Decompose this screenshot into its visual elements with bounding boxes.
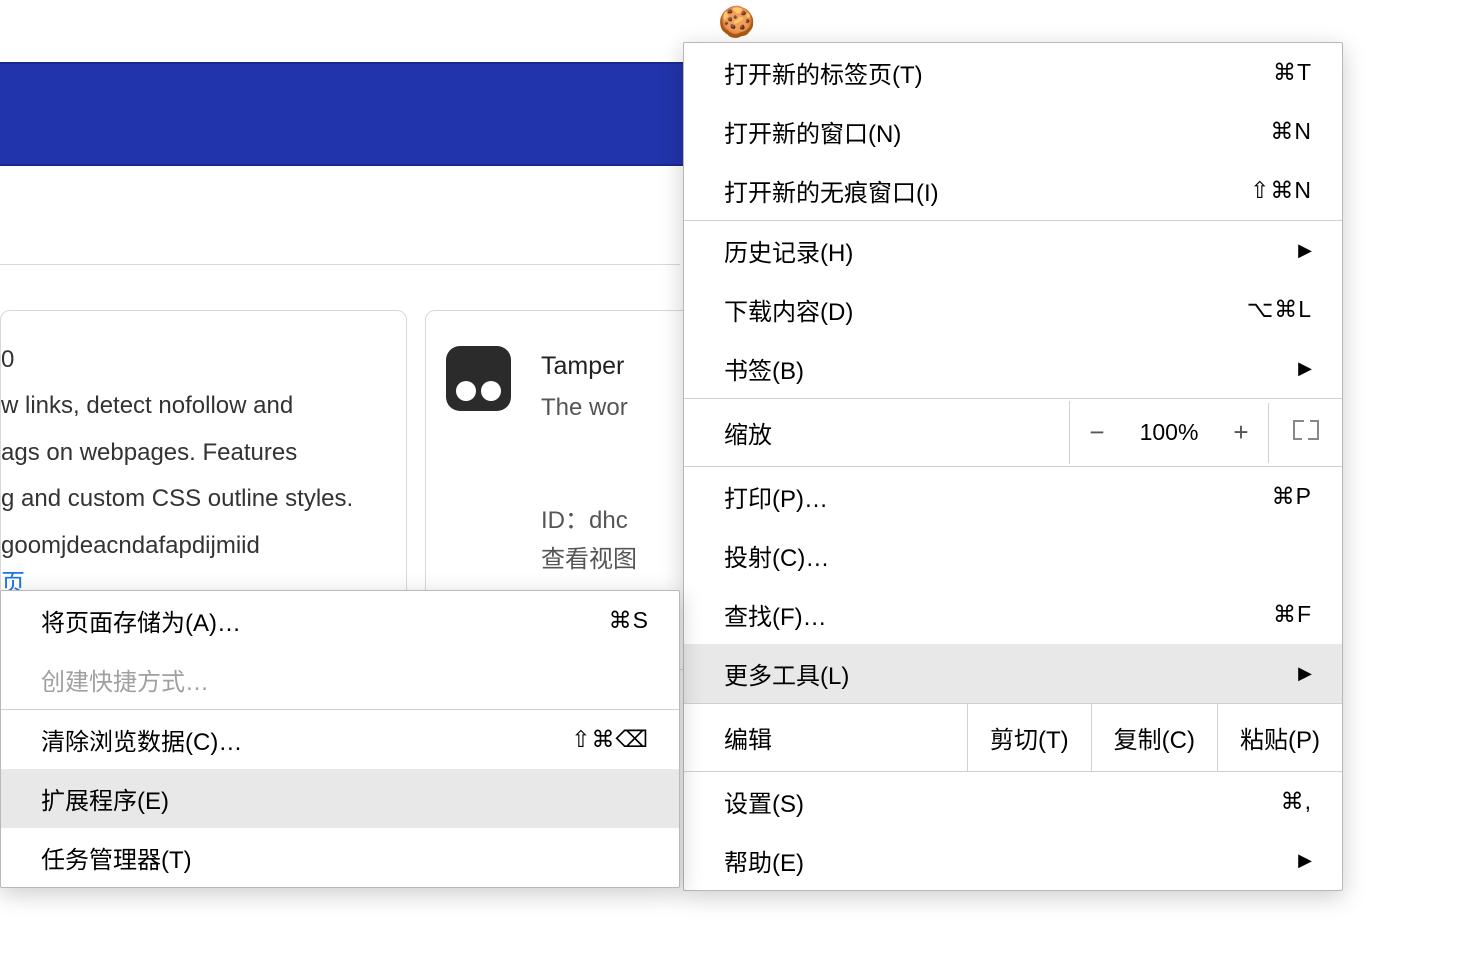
card-text: w links, detect nofollow and xyxy=(1,387,396,425)
menu-label: 更多工具(L) xyxy=(724,656,1288,691)
menu-label: 创建快捷方式… xyxy=(41,662,649,697)
menu-cast[interactable]: 投射(C)… xyxy=(684,526,1342,585)
menu-label: 扩展程序(E) xyxy=(41,781,649,816)
chevron-right-icon: ▶ xyxy=(1298,850,1312,871)
shortcut-text: ⌘T xyxy=(1273,59,1312,86)
zoom-out-button[interactable]: − xyxy=(1070,401,1124,464)
view-link[interactable]: 查看视图 xyxy=(541,541,637,579)
shortcut-text: ⌘, xyxy=(1281,788,1312,815)
menu-section-actions: 打印(P)… ⌘P 投射(C)… 查找(F)… ⌘F 更多工具(L) ▶ xyxy=(684,467,1342,704)
menu-label: 查找(F)… xyxy=(724,597,1273,632)
submenu-create-shortcut: 创建快捷方式… xyxy=(1,650,679,709)
menu-print[interactable]: 打印(P)… ⌘P xyxy=(684,467,1342,526)
chevron-right-icon: ▶ xyxy=(1298,358,1312,379)
menu-downloads[interactable]: 下载内容(D) ⌥⌘L xyxy=(684,280,1342,339)
menu-label: 任务管理器(T) xyxy=(41,840,649,875)
shortcut-text: ⇧⌘⌫ xyxy=(571,726,649,753)
extension-title: Tamper xyxy=(541,346,637,386)
chrome-main-menu: 打开新的标签页(T) ⌘T 打开新的窗口(N) ⌘N 打开新的无痕窗口(I) ⇧… xyxy=(683,42,1343,891)
card-text: g and custom CSS outline styles. xyxy=(1,480,396,518)
extension-id: goomjdeacndafapdijmiid xyxy=(1,527,396,565)
shortcut-text: ⌘P xyxy=(1272,483,1312,510)
menu-label: 打印(P)… xyxy=(724,479,1272,514)
chevron-right-icon: ▶ xyxy=(1298,663,1312,684)
edit-label: 编辑 xyxy=(684,704,967,771)
copy-button[interactable]: 复制(C) xyxy=(1091,704,1217,771)
tampermonkey-icon xyxy=(446,346,511,411)
submenu-save-page[interactable]: 将页面存储为(A)… ⌘S xyxy=(1,591,679,650)
menu-new-tab[interactable]: 打开新的标签页(T) ⌘T xyxy=(684,43,1342,102)
menu-label: 打开新的标签页(T) xyxy=(724,55,1273,90)
menu-label: 设置(S) xyxy=(724,784,1281,819)
menu-label: 下载内容(D) xyxy=(724,292,1247,327)
menu-find[interactable]: 查找(F)… ⌘F xyxy=(684,585,1342,644)
menu-history[interactable]: 历史记录(H) ▶ xyxy=(684,221,1342,280)
divider xyxy=(0,264,680,265)
cut-button[interactable]: 剪切(T) xyxy=(967,704,1091,771)
submenu-task-manager[interactable]: 任务管理器(T) xyxy=(1,828,679,887)
more-tools-submenu: 将页面存储为(A)… ⌘S 创建快捷方式… 清除浏览数据(C)… ⇧⌘⌫ 扩展程… xyxy=(0,590,680,888)
menu-section-settings: 设置(S) ⌘, 帮助(E) ▶ xyxy=(684,772,1342,890)
submenu-clear-data[interactable]: 清除浏览数据(C)… ⇧⌘⌫ xyxy=(1,710,679,769)
menu-label: 打开新的窗口(N) xyxy=(724,114,1270,149)
extension-desc: The wor xyxy=(541,389,637,427)
menu-more-tools[interactable]: 更多工具(L) ▶ xyxy=(684,644,1342,703)
menu-zoom-row: 缩放 − 100% + xyxy=(684,399,1342,467)
card-text: 0 xyxy=(1,341,396,379)
menu-edit-row: 编辑 剪切(T) 复制(C) 粘贴(P) xyxy=(684,704,1342,772)
shortcut-text: ⌘S xyxy=(609,607,649,634)
chevron-right-icon: ▶ xyxy=(1298,240,1312,261)
blue-header-bar xyxy=(0,62,690,166)
menu-label: 清除浏览数据(C)… xyxy=(41,722,571,757)
menu-label: 历史记录(H) xyxy=(724,233,1288,268)
menu-label: 打开新的无痕窗口(I) xyxy=(724,173,1250,208)
menu-help[interactable]: 帮助(E) ▶ xyxy=(684,831,1342,890)
menu-label: 投射(C)… xyxy=(724,538,1312,573)
menu-settings[interactable]: 设置(S) ⌘, xyxy=(684,772,1342,831)
card-text: ags on webpages. Features xyxy=(1,434,396,472)
menu-section-tabs: 打开新的标签页(T) ⌘T 打开新的窗口(N) ⌘N 打开新的无痕窗口(I) ⇧… xyxy=(684,43,1342,221)
fullscreen-icon xyxy=(1293,420,1319,440)
shortcut-text: ⌥⌘L xyxy=(1247,296,1312,323)
menu-label: 书签(B) xyxy=(724,351,1288,386)
menu-label: 帮助(E) xyxy=(724,843,1288,878)
cookie-icon: 🍪 xyxy=(718,5,755,40)
menu-section-history: 历史记录(H) ▶ 下载内容(D) ⌥⌘L 书签(B) ▶ xyxy=(684,221,1342,399)
shortcut-text: ⌘N xyxy=(1270,118,1312,145)
zoom-in-button[interactable]: + xyxy=(1214,401,1268,464)
submenu-extensions[interactable]: 扩展程序(E) xyxy=(1,769,679,828)
zoom-value: 100% xyxy=(1124,419,1214,446)
fullscreen-button[interactable] xyxy=(1268,403,1342,463)
menu-new-incognito[interactable]: 打开新的无痕窗口(I) ⇧⌘N xyxy=(684,161,1342,220)
paste-button[interactable]: 粘贴(P) xyxy=(1217,704,1342,771)
extension-id: ID：dhc xyxy=(541,502,637,540)
shortcut-text: ⇧⌘N xyxy=(1250,177,1312,204)
zoom-label: 缩放 xyxy=(684,399,1069,466)
menu-label: 将页面存储为(A)… xyxy=(41,603,609,638)
shortcut-text: ⌘F xyxy=(1273,601,1312,628)
menu-new-window[interactable]: 打开新的窗口(N) ⌘N xyxy=(684,102,1342,161)
zoom-controls: − 100% + xyxy=(1069,401,1268,464)
menu-bookmarks[interactable]: 书签(B) ▶ xyxy=(684,339,1342,398)
